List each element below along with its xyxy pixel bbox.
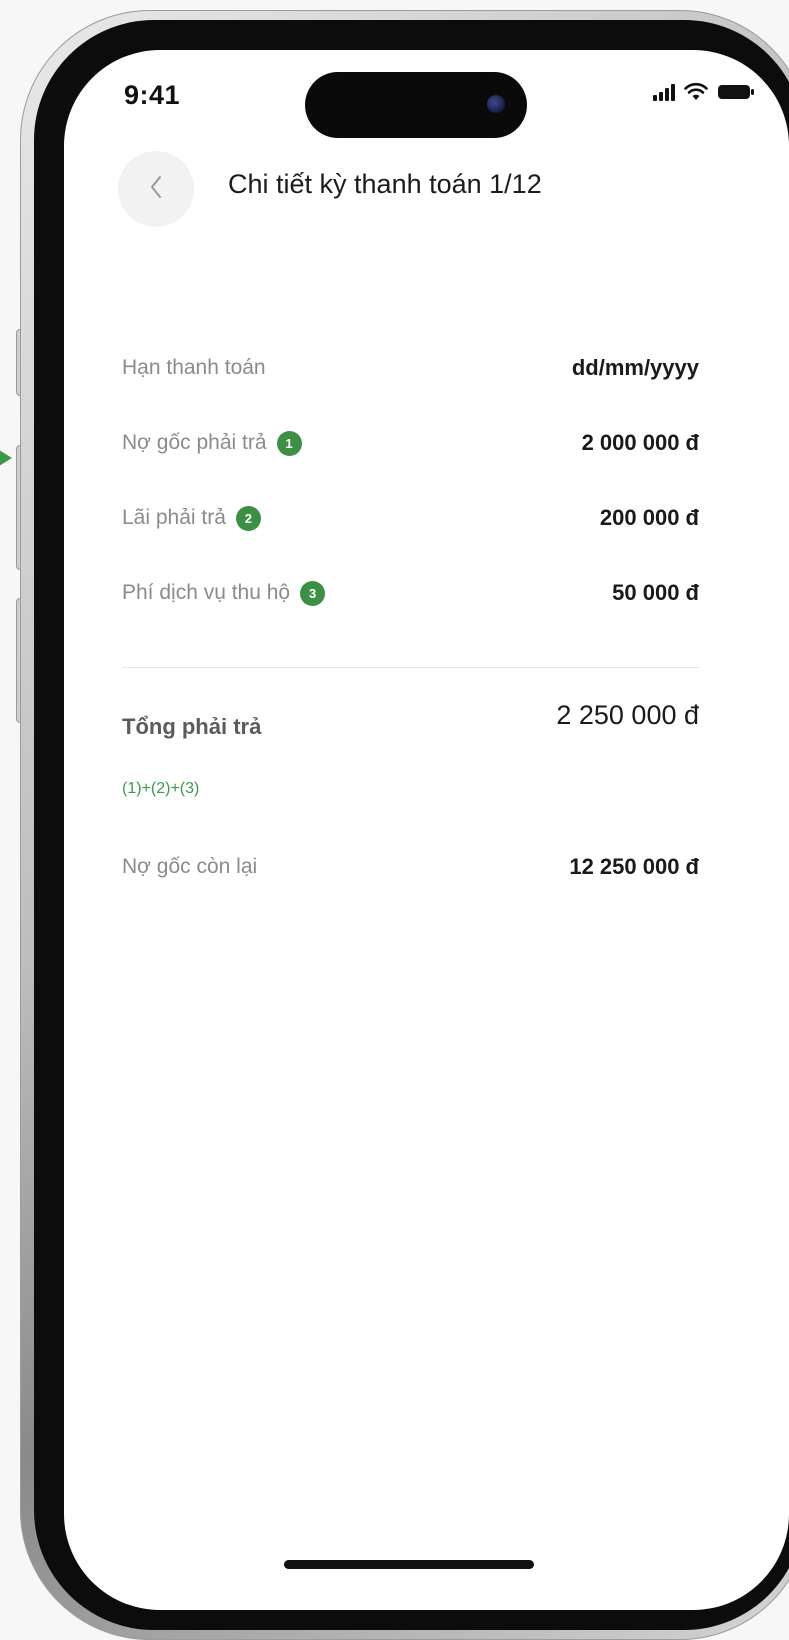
chevron-left-icon [148,173,164,206]
number-badge: 2 [235,505,261,531]
number-badge: 3 [300,580,326,606]
wifi-icon [684,83,708,101]
home-indicator[interactable] [284,1560,534,1569]
remaining-value: 12 250 000 đ [569,854,699,879]
detail-value: 50 000 đ [612,580,699,605]
detail-value: dd/mm/yyyy [571,355,699,380]
detail-row-service-fee: Phí dịch vụ thu hộ 3 50 000 đ [122,580,699,606]
remaining-label: Nợ gốc còn lại [122,855,258,878]
detail-label-text: Phí dịch vụ thu hộ [122,581,291,604]
detail-value: 200 000 đ [599,505,699,530]
back-button[interactable] [118,151,194,227]
detail-row-due-date: Hạn thanh toán dd/mm/yyyy [122,355,699,381]
detail-label-text: Lãi phải trả [122,506,226,529]
annotation-arrow [0,447,12,469]
signal-icon [653,83,675,101]
total-formula: (1)+(2)+(3) [122,780,200,797]
detail-label: Phí dịch vụ thu hộ 3 [122,580,326,606]
total-row: Tổng phải trả 2 250 000 đ [122,700,699,740]
detail-label: Hạn thanh toán [122,356,266,380]
detail-label-text: Nợ gốc phải trả [122,431,267,454]
total-value: 2 250 000 đ [556,700,699,730]
detail-row-interest: Lãi phải trả 2 200 000 đ [122,505,699,531]
dynamic-island [305,72,527,138]
battery-icon [717,83,755,101]
status-icons [653,83,755,101]
number-badge: 1 [276,430,302,456]
camera-icon [487,95,505,113]
page-title: Chi tiết kỳ thanh toán 1/12 [228,169,542,199]
status-time: 9:41 [124,80,181,110]
detail-row-principal: Nợ gốc phải trả 1 2 000 000 đ [122,430,699,456]
divider [122,667,699,668]
detail-label: Nợ gốc phải trả 1 [122,430,302,456]
remaining-principal-row: Nợ gốc còn lại 12 250 000 đ [122,854,699,880]
detail-value: 2 000 000 đ [581,430,699,455]
detail-label-text: Hạn thanh toán [122,356,266,379]
phone-screen: 9:41 Chi tiết kỳ thanh toán 1/12 Hạn tha… [64,50,789,1610]
total-label: Tổng phải trả [122,714,262,739]
detail-label: Lãi phải trả 2 [122,505,261,531]
